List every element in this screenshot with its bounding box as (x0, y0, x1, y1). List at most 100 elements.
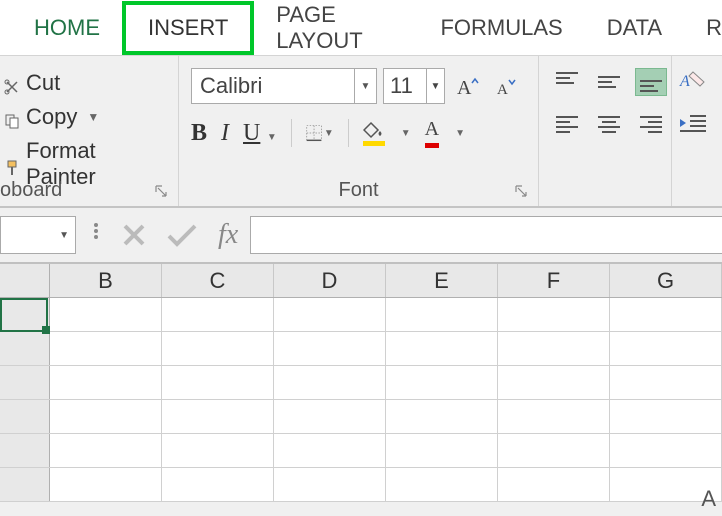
table-row (0, 468, 722, 502)
row-header[interactable] (0, 434, 50, 467)
spreadsheet-grid: B C D E F G (0, 264, 722, 502)
decrease-font-size-button[interactable]: A (489, 68, 521, 104)
cell[interactable] (50, 298, 162, 331)
cell[interactable] (610, 298, 722, 331)
font-group-label: Font (338, 179, 378, 202)
cell[interactable] (162, 468, 274, 501)
align-left-button[interactable] (551, 110, 583, 138)
chevron-down-icon[interactable]: ▼ (267, 132, 277, 143)
cell[interactable] (498, 434, 610, 467)
chevron-down-icon[interactable]: ▼ (324, 128, 334, 139)
chevron-down-icon[interactable]: ▼ (455, 128, 465, 139)
cell[interactable] (274, 298, 386, 331)
enter-formula-button[interactable] (164, 217, 200, 253)
column-header[interactable]: B (50, 264, 162, 297)
cell[interactable] (386, 468, 498, 501)
font-size-select[interactable]: 11 ▼ (383, 68, 445, 104)
cell[interactable] (274, 332, 386, 365)
cell[interactable] (498, 400, 610, 433)
align-center-button[interactable] (593, 110, 625, 138)
cell[interactable] (610, 434, 722, 467)
fill-color-button[interactable] (363, 121, 385, 146)
row-header[interactable] (0, 298, 50, 331)
paintbrush-icon (4, 156, 20, 172)
fx-icon[interactable]: fx (218, 219, 238, 251)
cell[interactable] (274, 400, 386, 433)
cut-button[interactable]: Cut (4, 66, 170, 100)
decrease-indent-button[interactable] (678, 112, 722, 139)
column-header[interactable]: D (274, 264, 386, 297)
cell[interactable] (274, 366, 386, 399)
cell[interactable] (498, 332, 610, 365)
align-bottom-button[interactable] (635, 68, 667, 96)
column-header[interactable]: E (386, 264, 498, 297)
column-header[interactable]: F (498, 264, 610, 297)
column-header[interactable]: G (610, 264, 722, 297)
align-middle-button[interactable] (593, 68, 625, 96)
copy-label: Copy (26, 104, 77, 130)
cell[interactable] (50, 366, 162, 399)
grid-rows (0, 298, 722, 502)
row-header[interactable] (0, 366, 50, 399)
cell[interactable] (50, 434, 162, 467)
cell[interactable] (386, 434, 498, 467)
align-right-button[interactable] (635, 110, 667, 138)
cell[interactable] (50, 332, 162, 365)
alignment-group (539, 56, 672, 206)
cell[interactable] (162, 434, 274, 467)
column-headers: B C D E F G (0, 264, 722, 298)
tab-home[interactable]: HOME (12, 1, 122, 55)
tab-data[interactable]: DATA (585, 1, 684, 55)
row-header[interactable] (0, 400, 50, 433)
cell[interactable] (162, 298, 274, 331)
font-color-button[interactable]: A (425, 118, 439, 148)
italic-button[interactable]: I (221, 120, 229, 147)
formula-input[interactable] (250, 216, 722, 254)
tab-insert[interactable]: INSERT (122, 1, 254, 55)
cell[interactable] (498, 468, 610, 501)
column-header[interactable]: C (162, 264, 274, 297)
tab-formulas[interactable]: FORMULAS (418, 1, 584, 55)
font-name-select[interactable]: Calibri ▼ (191, 68, 377, 104)
cell[interactable] (498, 366, 610, 399)
cell[interactable] (162, 366, 274, 399)
tab-review[interactable]: R (684, 1, 722, 55)
cut-label: Cut (26, 70, 60, 96)
cell[interactable] (610, 400, 722, 433)
cell[interactable] (50, 400, 162, 433)
cell[interactable] (386, 298, 498, 331)
chevron-down-icon[interactable]: ▼ (426, 69, 444, 103)
cell[interactable] (610, 332, 722, 365)
extra-group: A A (672, 56, 722, 206)
bold-button[interactable]: B (191, 120, 207, 147)
chevron-down-icon[interactable]: ▼ (87, 110, 99, 124)
row-header[interactable] (0, 332, 50, 365)
chevron-down-icon[interactable]: ▼ (354, 69, 376, 103)
cell[interactable] (610, 366, 722, 399)
cell[interactable] (50, 468, 162, 501)
align-top-button[interactable] (551, 68, 583, 96)
cell[interactable] (386, 332, 498, 365)
increase-font-size-button[interactable]: A (451, 68, 483, 104)
font-dialog-launcher[interactable] (514, 184, 530, 200)
cell[interactable] (386, 366, 498, 399)
select-all-corner[interactable] (0, 264, 50, 297)
cell[interactable] (498, 298, 610, 331)
table-row (0, 366, 722, 400)
chevron-down-icon[interactable]: ▼ (59, 230, 69, 241)
clear-formatting-button[interactable]: A (678, 68, 722, 94)
cell[interactable] (162, 332, 274, 365)
cell[interactable] (274, 468, 386, 501)
cell[interactable] (274, 434, 386, 467)
cell[interactable] (386, 400, 498, 433)
underline-button[interactable]: U (243, 120, 260, 146)
borders-button[interactable]: ▼ (306, 119, 334, 147)
row-header[interactable] (0, 468, 50, 501)
cell[interactable] (162, 400, 274, 433)
clipboard-dialog-launcher[interactable] (154, 184, 170, 200)
name-box[interactable]: ▼ (0, 216, 76, 254)
copy-icon (4, 109, 20, 125)
chevron-down-icon[interactable]: ▼ (401, 128, 411, 139)
copy-button[interactable]: Copy ▼ (4, 100, 170, 134)
cancel-formula-button[interactable] (116, 217, 152, 253)
